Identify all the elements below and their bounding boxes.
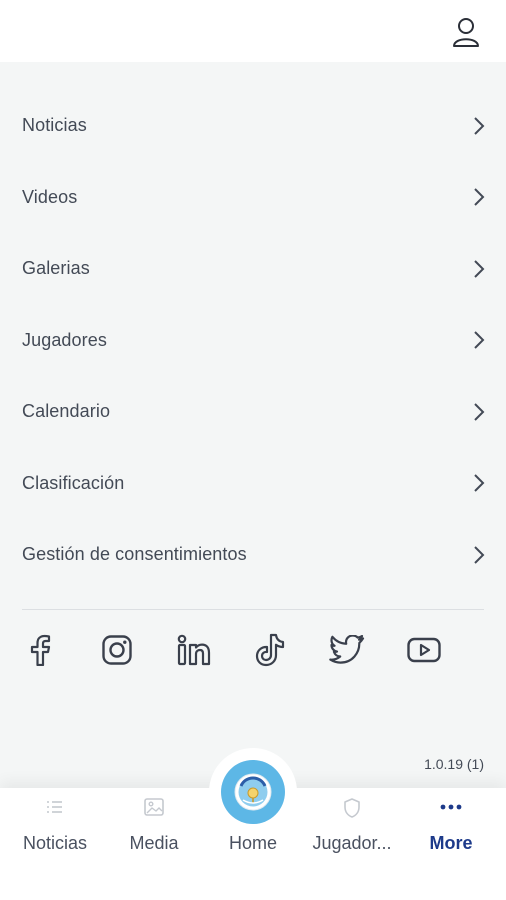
menu-item-label: Calendario: [22, 401, 111, 422]
menu-item-clasificacion[interactable]: Clasificación: [0, 448, 506, 520]
image-icon: [144, 798, 164, 816]
menu-list: Noticias Videos Galerias Jugadores Calen…: [0, 90, 506, 591]
list-icon: [47, 801, 62, 813]
menu-item-calendario[interactable]: Calendario: [0, 376, 506, 448]
tab-jugadores[interactable]: Jugador...: [302, 788, 402, 868]
menu-item-noticias[interactable]: Noticias: [0, 90, 506, 162]
tab-label: Noticias: [22, 833, 88, 853]
chevron-right-icon: [474, 188, 485, 206]
menu-item-jugadores[interactable]: Jugadores: [0, 305, 506, 377]
linkedin-icon[interactable]: [176, 632, 212, 668]
chevron-right-icon: [474, 117, 485, 135]
user-profile-button[interactable]: [448, 14, 484, 50]
chevron-right-icon: [474, 474, 485, 492]
facebook-icon[interactable]: [22, 632, 58, 668]
menu-item-label: Videos: [22, 186, 78, 207]
instagram-icon[interactable]: [99, 632, 135, 668]
home-button[interactable]: [221, 760, 285, 824]
top-bar: [0, 0, 506, 62]
user-icon: [453, 18, 479, 47]
more-dots-icon: [440, 804, 462, 810]
menu-item-label: Noticias: [22, 115, 87, 136]
chevron-right-icon: [474, 331, 485, 349]
social-links: [22, 630, 442, 670]
tab-label: Jugador...: [312, 833, 392, 853]
twitter-icon[interactable]: [329, 632, 365, 668]
tab-noticias[interactable]: Noticias: [5, 788, 105, 868]
menu-item-label: Jugadores: [22, 329, 107, 350]
menu-item-label: Gestión de consentimientos: [22, 544, 247, 565]
tab-label: Media: [129, 833, 179, 853]
chevron-right-icon: [474, 260, 485, 278]
shield-icon: [344, 798, 360, 818]
tab-label: Home: [228, 833, 277, 853]
divider: [22, 609, 484, 610]
menu-item-galerias[interactable]: Galerias: [0, 233, 506, 305]
menu-item-gestion-consentimientos[interactable]: Gestión de consentimientos: [0, 519, 506, 591]
youtube-icon[interactable]: [406, 632, 442, 668]
tab-more[interactable]: More: [401, 788, 501, 868]
club-crest-icon: [234, 773, 272, 811]
menu-item-label: Galerias: [22, 258, 90, 279]
more-menu-panel: Noticias Videos Galerias Jugadores Calen…: [0, 62, 506, 788]
menu-item-videos[interactable]: Videos: [0, 162, 506, 234]
tab-label: More: [429, 833, 473, 853]
tiktok-icon[interactable]: [252, 632, 288, 668]
menu-item-label: Clasificación: [22, 472, 125, 493]
app-version: 1.0.19 (1): [424, 756, 484, 772]
chevron-right-icon: [474, 403, 485, 421]
tab-media[interactable]: Media: [104, 788, 204, 868]
chevron-right-icon: [474, 546, 485, 564]
